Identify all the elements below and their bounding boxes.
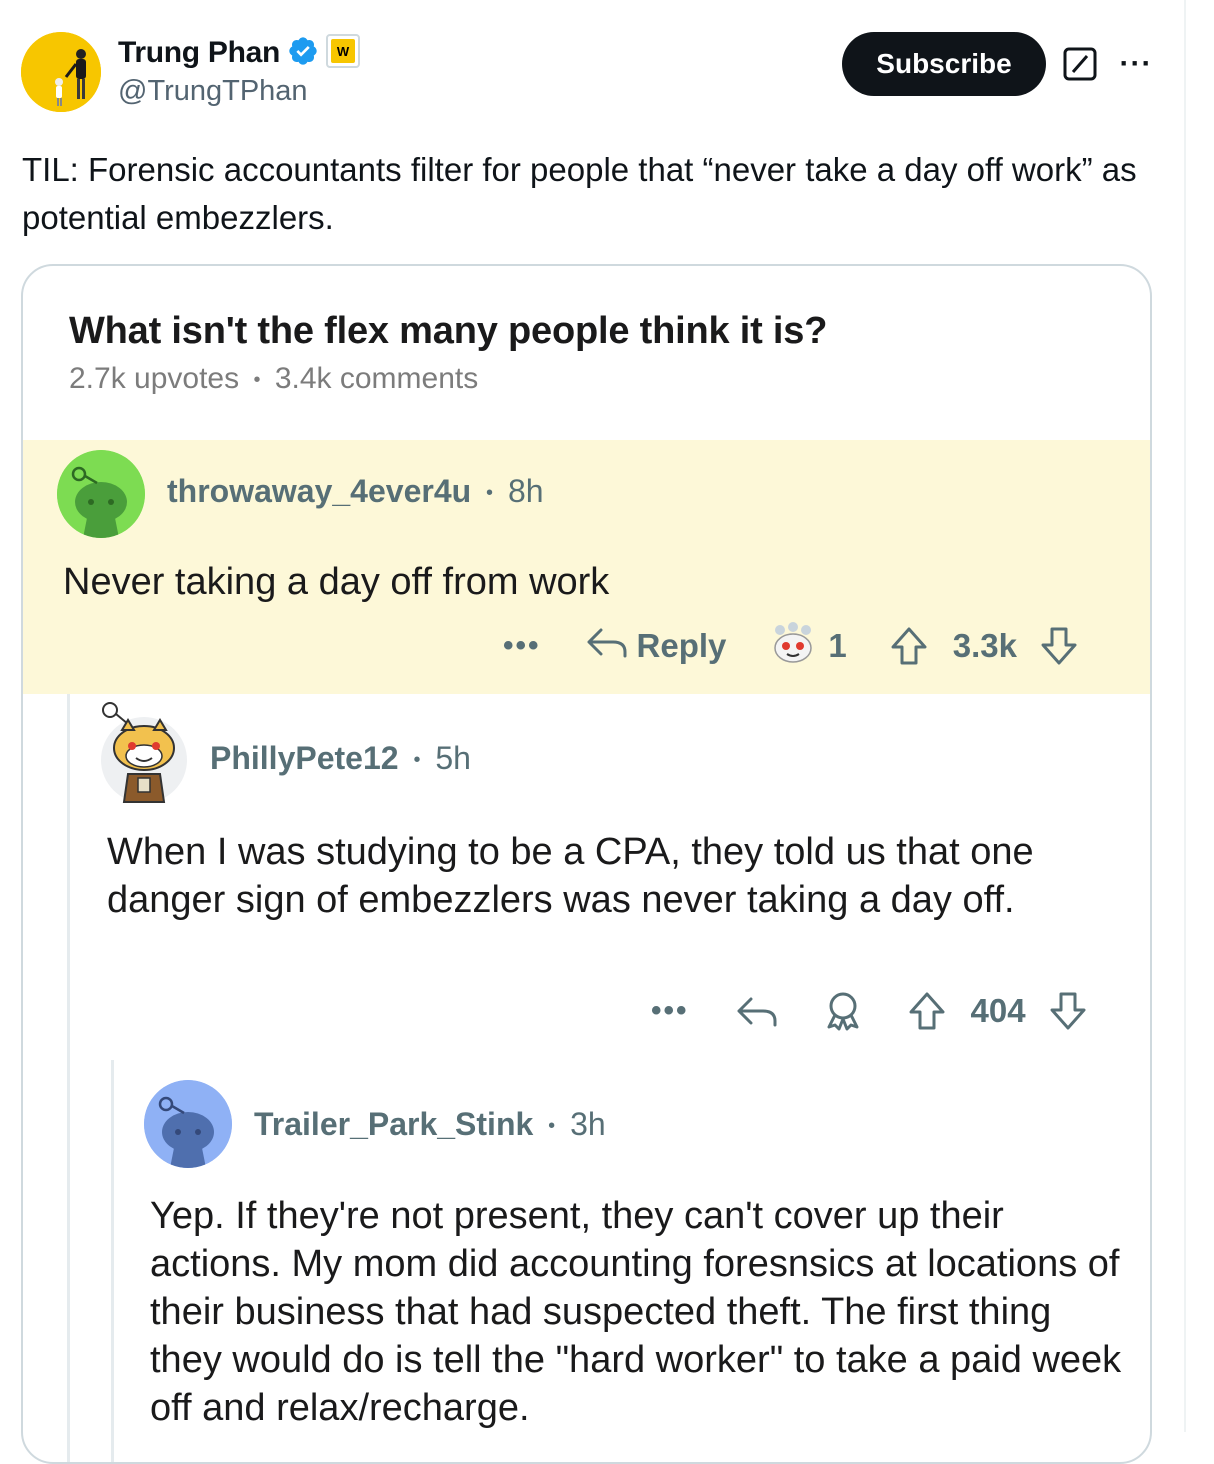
- award-icon: [770, 620, 816, 672]
- snoo-avatar-green[interactable]: [57, 450, 145, 538]
- meta-separator: •: [486, 482, 494, 505]
- meta-separator: •: [253, 368, 261, 391]
- comment-username[interactable]: PhillyPete12 • 5h: [210, 740, 471, 777]
- reply-label: Reply: [636, 627, 727, 664]
- meta-separator: •: [413, 749, 421, 772]
- award-icon: [827, 992, 859, 1031]
- meta-separator: •: [548, 1115, 556, 1138]
- reply-arrow-icon: [585, 622, 629, 670]
- comment-actions: ••• Reply 1 3.3k: [503, 620, 1079, 672]
- upvote-count: 2.7k upvotes: [69, 362, 240, 395]
- timeline-divider: [1184, 0, 1186, 1432]
- comment-time: 8h: [507, 473, 544, 509]
- comment-score: 3.3k: [952, 627, 1017, 664]
- downvote-arrow-icon: [1050, 992, 1086, 1030]
- comment-user-name[interactable]: PhillyPete12: [210, 740, 399, 776]
- comment-user-name[interactable]: throwaway_4ever4u: [167, 473, 471, 509]
- tweet-text: TIL: Forensic accountants filter for peo…: [22, 151, 1137, 236]
- comment-username[interactable]: throwaway_4ever4u • 8h: [167, 473, 544, 510]
- comment-more-button[interactable]: •••: [503, 629, 541, 663]
- comment-body: When I was studying to be a CPA, they to…: [107, 831, 1034, 921]
- upvote-arrow-icon: [891, 627, 927, 665]
- post-title: What isn't the flex many people think it…: [69, 310, 828, 352]
- author-handle[interactable]: @TrungTPhan: [118, 75, 308, 108]
- post-meta: 2.7k upvotes • 3.4k comments: [69, 362, 478, 396]
- subscribe-button[interactable]: Subscribe: [842, 32, 1046, 96]
- comment-count: 3.4k comments: [274, 362, 479, 395]
- more-options-button[interactable]: ···: [1116, 46, 1156, 82]
- award-button[interactable]: 1: [770, 620, 847, 672]
- downvote-button[interactable]: [1039, 625, 1079, 667]
- reply-button[interactable]: [735, 991, 779, 1031]
- upvote-button[interactable]: [889, 625, 929, 667]
- author-name[interactable]: Trung Phan: [118, 36, 280, 70]
- comment-time: 3h: [570, 1106, 606, 1142]
- downvote-arrow-icon: [1041, 627, 1077, 665]
- thread-line[interactable]: [67, 694, 70, 1462]
- reddit-card[interactable]: What isn't the flex many people think it…: [21, 264, 1152, 1464]
- reply-button[interactable]: Reply: [585, 622, 727, 670]
- comment-body: Yep. If they're not present, they can't …: [150, 1195, 1122, 1429]
- upvote-button[interactable]: [907, 990, 947, 1032]
- comment-time: 5h: [435, 740, 471, 776]
- author-avatar[interactable]: [21, 32, 101, 112]
- snoo-avatar-tiger[interactable]: [100, 700, 190, 804]
- downvote-button[interactable]: [1048, 990, 1088, 1032]
- comment-user-name[interactable]: Trailer_Park_Stink: [254, 1106, 533, 1142]
- thread-line[interactable]: [111, 1060, 114, 1462]
- affiliate-badge-icon[interactable]: W: [326, 33, 361, 73]
- comment-more-button[interactable]: •••: [651, 994, 689, 1028]
- verified-badge-icon: [287, 35, 319, 72]
- svg-text:W: W: [337, 44, 350, 59]
- grok-icon[interactable]: [1062, 46, 1098, 82]
- comment-username[interactable]: Trailer_Park_Stink • 3h: [254, 1106, 606, 1143]
- reply-arrow-icon: [737, 997, 777, 1027]
- comment-body: Never taking a day off from work: [63, 561, 610, 603]
- upvote-arrow-icon: [909, 992, 945, 1030]
- comment-score: 404: [970, 992, 1026, 1029]
- award-count: 1: [828, 627, 847, 664]
- snoo-avatar-blue[interactable]: [144, 1080, 232, 1168]
- award-button[interactable]: [821, 989, 865, 1033]
- comment-actions: ••• 404: [651, 986, 1088, 1036]
